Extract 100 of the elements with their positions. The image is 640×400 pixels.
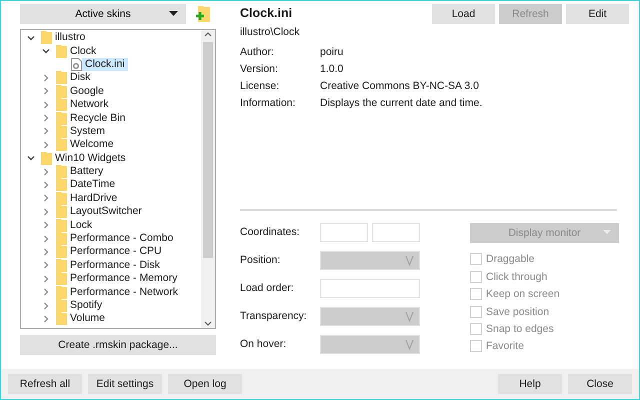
add-skin-icon[interactable] [196, 6, 210, 22]
folder-icon [56, 286, 67, 299]
skin-action-button[interactable]: Load [432, 4, 495, 24]
folder-icon [41, 152, 52, 165]
tree-item[interactable]: Welcome [67, 138, 117, 152]
tree-item[interactable]: HardDrive [67, 192, 120, 205]
setting-label: Position: [240, 253, 282, 268]
collapse-chevron-icon[interactable] [27, 34, 35, 42]
chevron-down-icon [405, 311, 414, 322]
folder-icon [56, 258, 67, 272]
footer-button[interactable]: Help [498, 374, 562, 394]
checkbox-label: Favorite [486, 340, 524, 352]
collapse-chevron-icon[interactable] [42, 47, 50, 56]
tree-item[interactable]: Win10 Widgets [52, 152, 129, 165]
footer-button[interactable]: Edit settings [88, 374, 162, 394]
collapse-chevron-icon[interactable] [27, 154, 35, 162]
tree-item[interactable]: Disk [67, 71, 94, 84]
chevron-down-icon [405, 339, 414, 350]
tree-item[interactable]: LayoutSwitcher [67, 205, 145, 218]
load-order-field[interactable] [320, 279, 420, 298]
expand-chevron-icon[interactable] [42, 100, 50, 109]
footer-button[interactable]: Close [568, 374, 632, 394]
setting-label: On hover: [240, 337, 288, 352]
expand-chevron-icon[interactable] [42, 208, 50, 216]
folder-icon [56, 44, 67, 58]
tree-item[interactable]: Google [67, 84, 107, 98]
tree-item[interactable]: Volume [67, 312, 108, 326]
tree-item[interactable]: Performance - Disk [67, 258, 163, 272]
folder-icon [56, 98, 67, 112]
skins-dropdown[interactable]: Active skins [20, 4, 186, 24]
dropdown-caret-icon [603, 230, 611, 234]
info-value: Displays the current date and time. [320, 97, 484, 109]
folder-icon [56, 138, 67, 152]
tree-item[interactable]: Performance - Network [67, 286, 181, 299]
expand-chevron-icon[interactable] [42, 302, 50, 310]
expand-chevron-icon[interactable] [42, 261, 50, 270]
skin-path: illustro\Clock [240, 26, 301, 38]
tree-item[interactable]: Clock.ini [82, 58, 128, 71]
folder-icon [56, 245, 67, 258]
tree-item[interactable]: DateTime [67, 178, 118, 192]
info-label: Version: [240, 63, 279, 75]
tree-item[interactable]: Lock [67, 218, 96, 232]
expand-chevron-icon[interactable] [42, 221, 50, 230]
expand-chevron-icon[interactable] [42, 114, 50, 122]
coordinate-y-field[interactable] [372, 223, 420, 242]
footer-button[interactable]: Refresh all [8, 374, 82, 394]
folder-icon [56, 84, 67, 98]
folder-icon [56, 178, 67, 192]
tree-item[interactable]: Performance - CPU [67, 245, 165, 258]
tree-item[interactable]: Spotify [67, 299, 106, 312]
tree-item[interactable]: Performance - Combo [67, 232, 176, 246]
expand-chevron-icon[interactable] [42, 234, 50, 243]
info-value: 1.0.0 [320, 63, 344, 75]
folder-icon [56, 272, 67, 286]
dropdown-caret-icon [169, 11, 178, 16]
coordinate-x-field[interactable] [320, 223, 368, 242]
expand-chevron-icon[interactable] [42, 74, 50, 82]
info-label: Author: [240, 46, 275, 58]
expand-chevron-icon[interactable] [42, 194, 50, 202]
folder-icon [56, 218, 67, 232]
scrollbar-thumb[interactable] [203, 42, 213, 258]
expand-chevron-icon[interactable] [42, 140, 50, 149]
folder-icon [56, 112, 67, 125]
info-label: Information: [240, 97, 296, 109]
setting-label: Transparency: [240, 309, 308, 324]
expand-chevron-icon[interactable] [42, 127, 50, 136]
folder-icon [56, 232, 67, 246]
expand-chevron-icon[interactable] [42, 168, 50, 176]
create-package-button[interactable]: Create .rmskin package... [20, 335, 216, 355]
info-value: poiru [320, 46, 344, 58]
skin-title: Clock.ini [240, 5, 294, 20]
folder-icon [41, 31, 52, 44]
info-value: Creative Commons BY-NC-SA 3.0 [320, 80, 480, 92]
folder-icon [56, 124, 67, 138]
folder-icon [56, 71, 67, 84]
tree-item[interactable]: Network [67, 98, 112, 112]
folder-icon [56, 312, 67, 326]
expand-chevron-icon[interactable] [42, 288, 50, 296]
skin-action-button[interactable]: Edit [566, 4, 629, 24]
chevron-down-icon [405, 255, 414, 266]
checkbox-label: Click through [486, 270, 548, 283]
tree-item[interactable]: System [67, 124, 108, 138]
checkbox-label: Draggable [486, 253, 534, 266]
expand-chevron-icon[interactable] [42, 180, 50, 189]
checkbox-label: Save position [486, 306, 550, 318]
setting-label: Coordinates: [240, 225, 301, 240]
tree-item[interactable]: Performance - Memory [67, 272, 180, 286]
tree-item[interactable]: illustro [52, 31, 88, 44]
tree-item[interactable]: Clock [67, 44, 100, 58]
tree-item[interactable]: Recycle Bin [67, 112, 128, 125]
expand-chevron-icon[interactable] [42, 274, 50, 283]
footer-button[interactable]: Open log [168, 374, 242, 394]
expand-chevron-icon[interactable] [42, 248, 50, 256]
checkbox-label: Snap to edges [486, 322, 554, 335]
expand-chevron-icon[interactable] [42, 87, 50, 96]
folder-icon [56, 165, 67, 178]
expand-chevron-icon[interactable] [42, 314, 50, 323]
tree-item[interactable]: Battery [67, 165, 106, 178]
folder-icon [56, 299, 67, 312]
folder-icon [56, 192, 67, 205]
